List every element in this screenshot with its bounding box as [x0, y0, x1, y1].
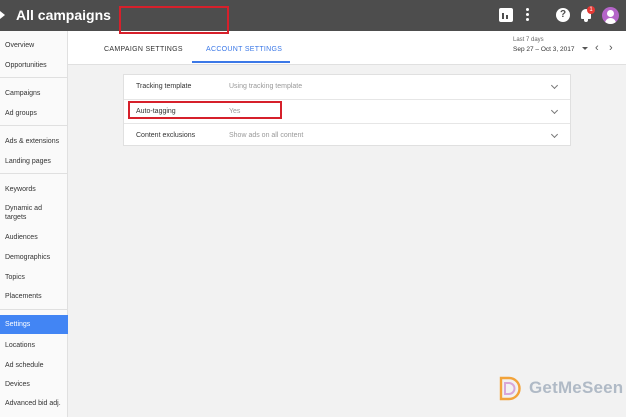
sidebar-item-ad-groups[interactable]: Ad groups: [0, 109, 68, 118]
sidebar-divider: [0, 309, 67, 310]
setting-label: Tracking template: [136, 83, 192, 90]
sidebar-item-opportunities[interactable]: Opportunities: [0, 61, 68, 70]
sidebar-divider: [0, 77, 67, 78]
setting-value: Show ads on all content: [229, 132, 304, 139]
getmeseen-logo-icon: [499, 376, 521, 401]
more-vert-icon[interactable]: [526, 8, 530, 22]
settings-header: CAMPAIGN SETTINGS ACCOUNT SETTINGS Last …: [68, 31, 626, 65]
sidebar-item-devices[interactable]: Devices: [0, 380, 68, 389]
date-range-label[interactable]: Last 7 days: [513, 37, 544, 43]
sidebar: Overview Opportunities Campaigns Ad grou…: [0, 31, 68, 417]
watermark-brand: GetMeSeen: [529, 378, 624, 397]
sidebar-item-keywords[interactable]: Keywords: [0, 185, 68, 194]
sidebar-item-placements[interactable]: Placements: [0, 292, 68, 301]
reports-icon[interactable]: [499, 8, 513, 22]
sidebar-item-overview[interactable]: Overview: [0, 41, 68, 50]
sidebar-item-settings[interactable]: Settings: [0, 315, 68, 334]
previous-period-icon[interactable]: ‹: [595, 43, 599, 54]
sidebar-item-advanced-bid-adj[interactable]: Advanced bid adj.: [0, 399, 68, 408]
date-range-value[interactable]: Sep 27 – Oct 3, 2017: [513, 46, 574, 53]
sidebar-item-topics[interactable]: Topics: [0, 273, 68, 282]
account-avatar[interactable]: [602, 7, 619, 24]
tab-account-settings[interactable]: ACCOUNT SETTINGS: [206, 46, 282, 53]
date-range-dropdown-icon[interactable]: [582, 47, 588, 50]
setting-value: Using tracking template: [229, 83, 303, 90]
auto-tagging-highlight: [128, 101, 282, 119]
active-tab-indicator: [192, 61, 290, 63]
sidebar-item-campaigns[interactable]: Campaigns: [0, 89, 68, 98]
chevron-down-icon[interactable]: [550, 130, 559, 139]
page-title[interactable]: All campaigns: [16, 7, 111, 23]
notification-badge: 1: [587, 6, 595, 14]
sidebar-item-locations[interactable]: Locations: [0, 341, 68, 350]
sidebar-item-demographics[interactable]: Demographics: [0, 253, 68, 262]
sidebar-item-landing-pages[interactable]: Landing pages: [0, 157, 68, 166]
sidebar-item-audiences[interactable]: Audiences: [0, 233, 68, 242]
sidebar-item-ads-extensions[interactable]: Ads & extensions: [0, 137, 68, 146]
next-period-icon[interactable]: ›: [609, 43, 613, 54]
sidebar-item-ad-schedule[interactable]: Ad schedule: [0, 361, 68, 370]
sidebar-item-dynamic-ad-targets[interactable]: Dynamic ad targets: [0, 204, 60, 222]
help-icon[interactable]: ?: [556, 8, 570, 22]
setting-row-content-exclusions[interactable]: Content exclusions Show ads on all conte…: [124, 123, 570, 147]
chevron-down-icon[interactable]: [550, 81, 559, 90]
chevron-down-icon[interactable]: [550, 106, 559, 115]
setting-row-tracking-template[interactable]: Tracking template Using tracking templat…: [124, 75, 570, 99]
setting-label: Content exclusions: [136, 132, 196, 139]
sidebar-divider: [0, 125, 67, 126]
top-bar: All campaigns ? 1: [0, 0, 626, 31]
expand-menu-icon[interactable]: [0, 11, 5, 19]
account-settings-highlight: [119, 6, 229, 34]
tab-campaign-settings[interactable]: CAMPAIGN SETTINGS: [104, 46, 183, 53]
sidebar-divider: [0, 173, 67, 174]
